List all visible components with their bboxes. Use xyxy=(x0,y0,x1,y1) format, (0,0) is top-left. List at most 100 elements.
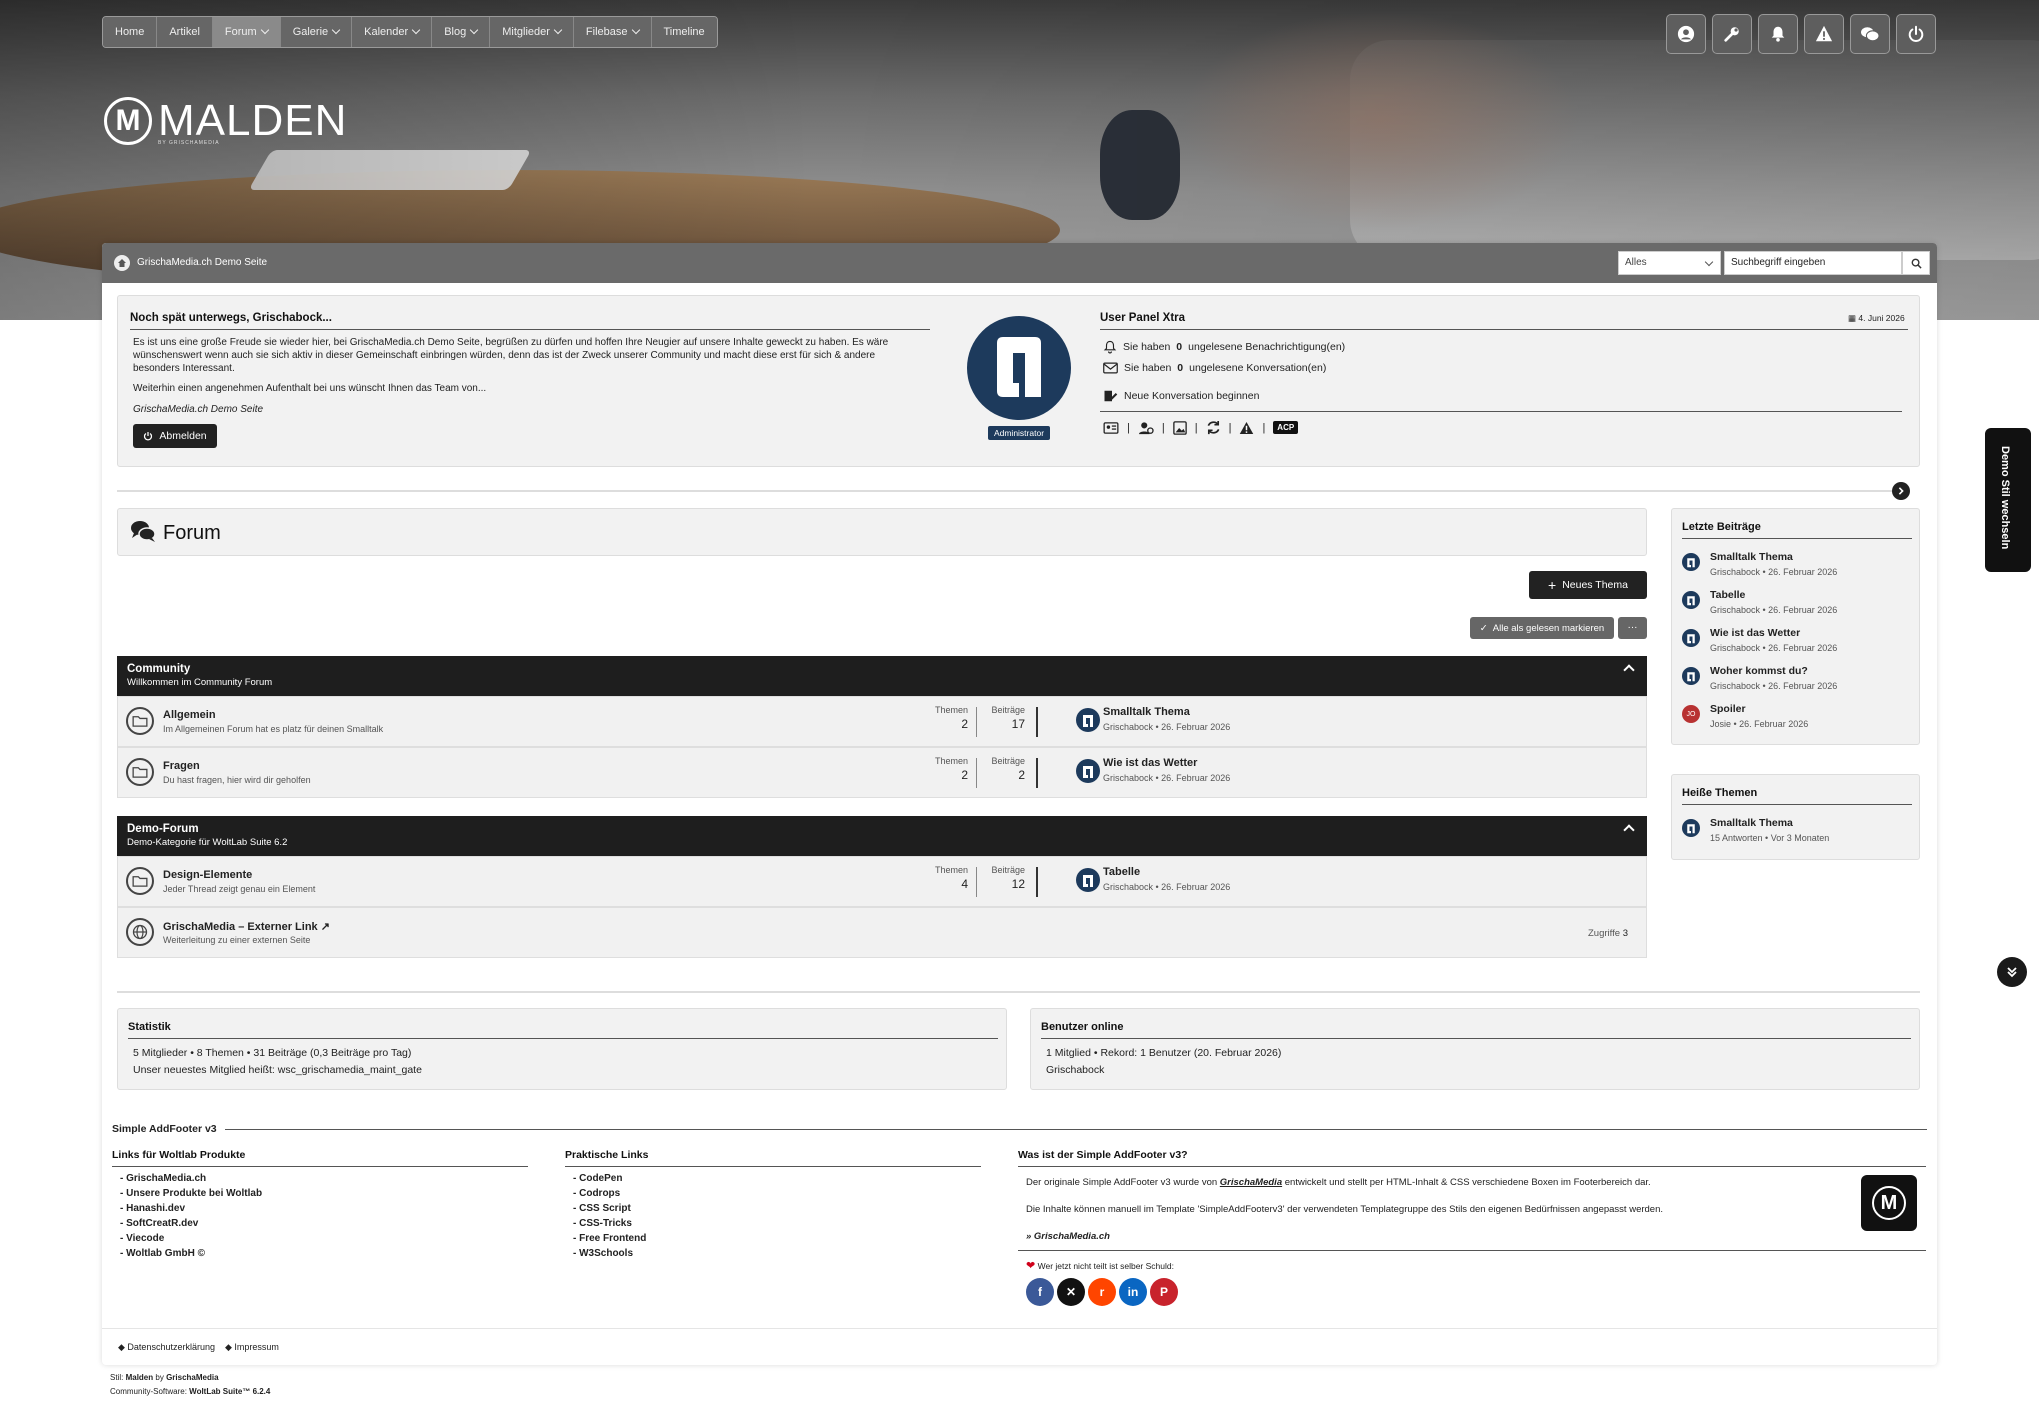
mark-all-read-button[interactable]: ✓ Alle als gelesen markieren xyxy=(1470,617,1614,639)
home-icon[interactable] xyxy=(114,255,130,271)
logout-button[interactable]: Abmelden xyxy=(133,424,217,448)
reddit-share-button[interactable]: r xyxy=(1088,1278,1116,1306)
footer-link[interactable]: CSS-Tricks xyxy=(573,1218,981,1229)
x-share-button[interactable]: ✕ xyxy=(1057,1278,1085,1306)
footer-link[interactable]: Unsere Produkte bei Woltlab xyxy=(120,1188,528,1199)
latest-post-item[interactable]: Tabelle Grischabock • 26. Februar 2026 xyxy=(1682,589,1912,625)
footer-link[interactable]: Hanashi.dev xyxy=(120,1203,528,1214)
acp-button[interactable]: ACP xyxy=(1273,421,1299,434)
last-post-meta: Grischabock • 26. Februar 2026 xyxy=(1103,882,1231,892)
hot-topic-title[interactable]: Smalltalk Thema xyxy=(1710,817,1793,829)
latest-post-title[interactable]: Wie ist das Wetter xyxy=(1710,627,1800,639)
nav-item-blog[interactable]: Blog xyxy=(432,17,491,47)
category-header-community[interactable]: Community Willkommen im Community Forum xyxy=(117,656,1647,696)
nav-item-label: Kalender xyxy=(364,26,409,38)
demo-style-switcher[interactable]: Demo Stil wechseln xyxy=(1985,428,2031,572)
style-credit-by: by xyxy=(155,1373,164,1382)
latest-post-item[interactable]: JO Spoiler Josie • 26. Februar 2026 xyxy=(1682,703,1912,739)
notifications-line[interactable]: Sie haben 0 ungelesene Benachrichtigung(en… xyxy=(1103,340,1345,354)
category-header-demo-forum[interactable]: Demo-Forum Demo-Kategorie für WoltLab Su… xyxy=(117,816,1647,856)
nav-item-artikel[interactable]: Artikel xyxy=(157,17,213,47)
last-post-title[interactable]: Wie ist das Wetter xyxy=(1103,757,1230,769)
latest-post-title[interactable]: Spoiler xyxy=(1710,703,1746,715)
software-credit-prefix: Community-Software: xyxy=(110,1387,187,1396)
latest-post-title[interactable]: Woher kommst du? xyxy=(1710,665,1808,677)
footer-link[interactable]: GrischaMedia.ch xyxy=(120,1173,528,1184)
footer-link[interactable]: Free Frontend xyxy=(573,1233,981,1244)
nav-item-timeline[interactable]: Timeline xyxy=(651,17,717,47)
latest-post-item[interactable]: Woher kommst du? Grischabock • 26. Februa… xyxy=(1682,665,1912,701)
search-button[interactable] xyxy=(1902,251,1930,275)
warning-icon[interactable] xyxy=(1804,14,1844,54)
nav-item-home[interactable]: Home xyxy=(103,17,158,47)
last-post-avatar[interactable] xyxy=(1076,708,1100,732)
nav-item-label: Blog xyxy=(444,26,467,38)
board-name[interactable]: GrischaMedia – Externer Link ↗ xyxy=(163,920,330,933)
nav-item-mitglieder[interactable]: Mitglieder xyxy=(490,17,574,47)
search-input[interactable]: Suchbegriff eingeben xyxy=(1724,251,1902,275)
board-name[interactable]: Fragen xyxy=(163,760,200,772)
pinterest-share-button[interactable]: P xyxy=(1150,1278,1178,1306)
nav-item-forum[interactable]: Forum xyxy=(212,17,281,47)
footer-link[interactable]: Woltlab GmbH © xyxy=(120,1248,528,1259)
new-thread-button[interactable]: + Neues Thema xyxy=(1529,571,1647,599)
last-post-avatar[interactable] xyxy=(1076,868,1100,892)
nav-item-galerie[interactable]: Galerie xyxy=(280,17,353,47)
avatar[interactable] xyxy=(967,316,1071,420)
user-panel-date: ▦ 4. Juni 2026 xyxy=(1848,313,1905,324)
privacy-label: Datenschutzerklärung xyxy=(127,1342,215,1352)
imprint-link[interactable]: ◆ Impressum xyxy=(225,1342,279,1353)
board-row-fragen[interactable]: Fragen Du hast fragen, hier wird dir geh… xyxy=(117,747,1647,798)
footer-link[interactable]: Codrops xyxy=(573,1188,981,1199)
about-link[interactable]: » GrischaMedia.ch xyxy=(1018,1231,1926,1242)
conversations-icon[interactable] xyxy=(1850,14,1890,54)
latest-post-item[interactable]: Wie ist das Wetter Grischabock • 26. Febr… xyxy=(1682,627,1912,663)
facebook-share-button[interactable]: f xyxy=(1026,1278,1054,1306)
new-conversation-link[interactable]: Neue Konversation beginnen xyxy=(1103,389,1259,403)
board-name[interactable]: Allgemein xyxy=(163,709,216,721)
user-icon[interactable] xyxy=(1666,14,1706,54)
conversations-line[interactable]: Sie haben 0 ungelesene Konversation(en) xyxy=(1103,362,1326,374)
newest-member-link[interactable]: wsc_grischamedia_maint_gate xyxy=(278,1064,422,1076)
board-row-external-link[interactable]: GrischaMedia – Externer Link ↗ Weiterlei… xyxy=(117,907,1647,958)
last-post-title[interactable]: Smalltalk Thema xyxy=(1103,706,1230,718)
scroll-right-button[interactable] xyxy=(1892,482,1910,500)
wrench-icon[interactable] xyxy=(1712,14,1752,54)
privacy-link[interactable]: ◆ Datenschutzerklärung xyxy=(118,1342,215,1353)
search-scope-select[interactable]: Alles xyxy=(1618,251,1721,275)
site-logo[interactable]: M MALDEN BY GRISCHAMEDIA xyxy=(104,96,347,146)
board-row-allgemein[interactable]: Allgemein Im Allgemeinen Forum hat es pl… xyxy=(117,696,1647,747)
board-row-design-elemente[interactable]: Design-Elemente Jeder Thread zeigt genau… xyxy=(117,856,1647,907)
footer-link[interactable]: W3Schools xyxy=(573,1248,981,1259)
footer-link[interactable]: SoftCreatR.dev xyxy=(120,1218,528,1229)
last-post-title[interactable]: Tabelle xyxy=(1103,866,1230,878)
latest-post-item[interactable]: Smalltalk Thema Grischabock • 26. Februar… xyxy=(1682,551,1912,587)
software-name[interactable]: WoltLab Suite™ 6.2.4 xyxy=(189,1387,270,1396)
warning-icon[interactable] xyxy=(1239,421,1254,435)
image-icon[interactable] xyxy=(1172,420,1187,435)
latest-post-title[interactable]: Smalltalk Thema xyxy=(1710,551,1793,563)
style-author[interactable]: GrischaMedia xyxy=(166,1373,218,1382)
board-name[interactable]: Design-Elemente xyxy=(163,869,252,881)
footer-link[interactable]: CodePen xyxy=(573,1173,981,1184)
online-user-link[interactable]: Grischabock xyxy=(1046,1064,1104,1076)
more-options-button[interactable]: ··· xyxy=(1618,617,1647,639)
latest-post-title[interactable]: Tabelle xyxy=(1710,589,1745,601)
last-post-avatar[interactable] xyxy=(1076,759,1100,783)
nav-item-kalender[interactable]: Kalender xyxy=(352,17,433,47)
footer-link[interactable]: CSS Script xyxy=(573,1203,981,1214)
linkedin-share-button[interactable]: in xyxy=(1119,1278,1147,1306)
scroll-down-button[interactable] xyxy=(1997,957,2027,987)
user-settings-icon[interactable] xyxy=(1138,421,1154,435)
mark-all-read-label: Alle als gelesen markieren xyxy=(1492,622,1605,634)
footer-link[interactable]: Viecode xyxy=(120,1233,528,1244)
profile-card-icon[interactable] xyxy=(1103,421,1119,434)
breadcrumb-link[interactable]: GrischaMedia.ch Demo Seite xyxy=(137,257,267,268)
bell-icon[interactable] xyxy=(1758,14,1798,54)
nav-item-filebase[interactable]: Filebase xyxy=(573,17,652,47)
style-credit-prefix: Stil: xyxy=(110,1373,124,1382)
sync-icon[interactable] xyxy=(1206,420,1221,435)
hot-topic-item[interactable]: Smalltalk Thema 15 Antworten • Vor 3 Mon… xyxy=(1682,817,1912,853)
power-icon[interactable] xyxy=(1896,14,1936,54)
style-name[interactable]: Malden xyxy=(126,1373,154,1382)
